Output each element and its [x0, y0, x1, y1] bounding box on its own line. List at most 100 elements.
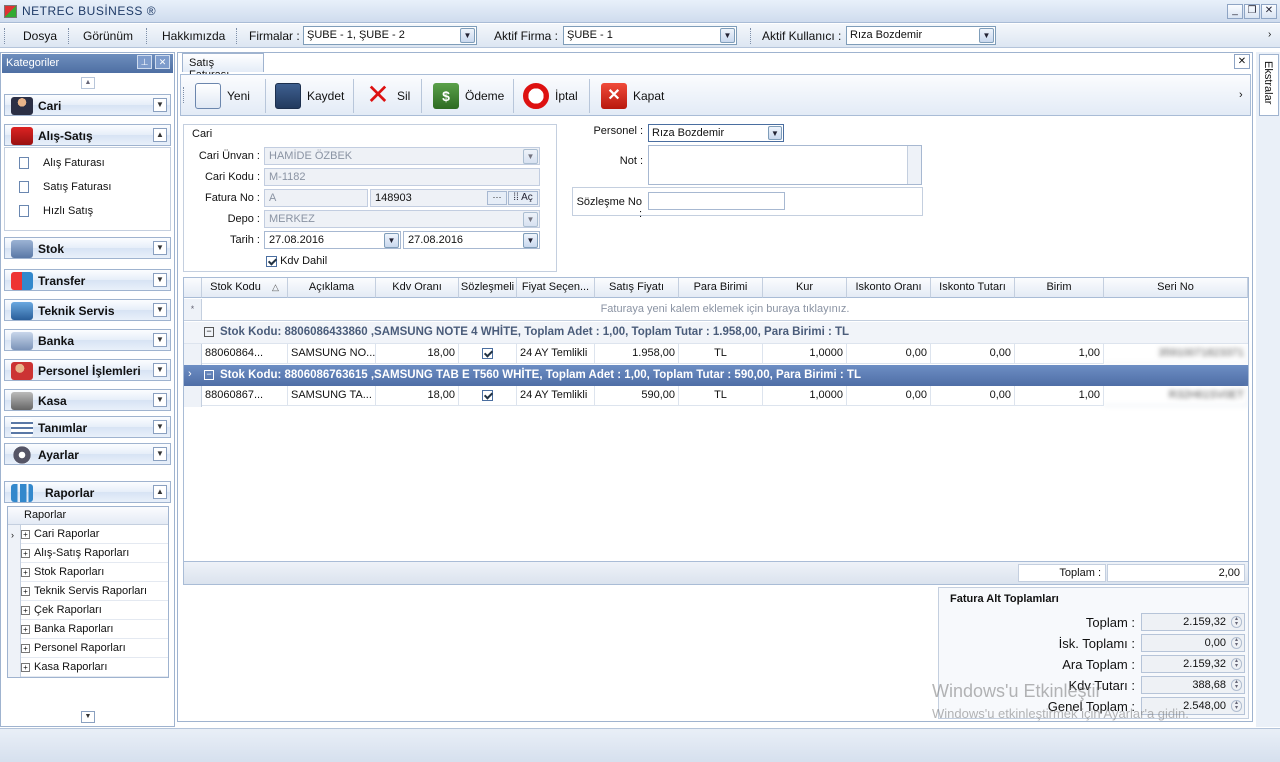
column-header[interactable]: Stok Kodu △ [202, 278, 288, 298]
sidebar-group-cari[interactable]: Cari ▼ [4, 94, 171, 116]
chevron-down-icon[interactable]: ▼ [384, 233, 399, 248]
chevron-down-icon[interactable]: ▼ [153, 333, 167, 347]
cell-seri-no[interactable]: 35910071823371 [1104, 344, 1248, 364]
sidebar-item-hizli-satis[interactable]: Hızlı Satış [19, 205, 93, 218]
sidebar-item-satis-faturasi[interactable]: Satış Faturası [19, 181, 111, 194]
raporlar-tree-item[interactable]: + Teknik Servis Raporları [21, 582, 168, 601]
cell-aciklama[interactable]: SAMSUNG TA... [288, 386, 376, 406]
textarea-scrollbar[interactable] [907, 146, 921, 184]
column-header[interactable]: Iskonto Tutarı [931, 278, 1015, 298]
chevron-down-icon[interactable]: ▼ [720, 28, 735, 43]
cell-birim[interactable]: 1,00 [1015, 344, 1104, 364]
chevron-down-icon[interactable]: ▼ [523, 233, 538, 248]
menu-gorunum[interactable]: Görünüm [83, 29, 133, 43]
close-icon[interactable]: ✕ [155, 55, 170, 69]
expand-icon[interactable]: + [21, 586, 30, 596]
tarih2-field[interactable]: 27.08.2016 ▼ [403, 231, 540, 249]
cell-satis-fiyati[interactable]: 590,00 [595, 386, 679, 406]
menu-dosya[interactable]: Dosya [23, 29, 57, 43]
chevron-down-icon[interactable]: ▼ [153, 363, 167, 377]
chevron-down-icon[interactable]: ▼ [153, 98, 167, 112]
sidebar-group-stok[interactable]: Stok ▼ [4, 237, 171, 259]
sidebar-group-alis-satis[interactable]: Alış-Satış ▲ [4, 124, 171, 146]
column-header[interactable]: Kdv Oranı [376, 278, 459, 298]
group-row-2[interactable]: › − Stok Kodu: 8806086763615 ,SAMSUNG TA… [184, 365, 1248, 386]
collapse-icon[interactable]: − [204, 327, 214, 337]
tarih1-field[interactable]: 27.08.2016 ▼ [264, 231, 401, 249]
maximize-button[interactable]: ❐ [1244, 4, 1260, 19]
menu-hakkimizda[interactable]: Hakkımızda [162, 29, 225, 43]
cell-stok-kodu[interactable]: 88060864... [202, 344, 288, 364]
ekstralar-tab[interactable]: Ekstralar [1259, 54, 1279, 116]
raporlar-tree-item[interactable]: + Alış-Satış Raporları [21, 544, 168, 563]
kapat-button[interactable]: ✕ Kapat [601, 81, 664, 111]
cell-kdv[interactable]: 18,00 [376, 386, 459, 406]
tab-satis-faturasi[interactable]: Satış Faturası [182, 53, 264, 81]
cell-satis-fiyati[interactable]: 1.958,00 [595, 344, 679, 364]
cell-seri-no[interactable]: R32H61SV0ET [1104, 386, 1248, 406]
sozlesme-input[interactable] [648, 192, 785, 210]
chevron-down-icon[interactable]: ▼ [768, 126, 782, 140]
cell-aciklama[interactable]: SAMSUNG NO... [288, 344, 376, 364]
chevron-down-icon[interactable]: ▼ [153, 303, 167, 317]
odeme-button[interactable]: $ Ödeme [433, 81, 504, 111]
personel-select[interactable]: Rıza Bozdemir ▼ [648, 124, 784, 142]
cell-kdv[interactable]: 18,00 [376, 344, 459, 364]
cell-para-birimi[interactable]: TL [679, 386, 763, 406]
chevron-down-icon[interactable]: ▼ [153, 241, 167, 255]
iptal-button[interactable]: İptal [523, 81, 578, 111]
column-header[interactable]: Birim [1015, 278, 1104, 298]
chevron-right-icon[interactable]: › [1239, 89, 1243, 101]
cell-fiyat-secenek[interactable]: 24 AY Temlikli [517, 344, 595, 364]
raporlar-tree-item[interactable]: + Banka Raporları [21, 620, 168, 639]
cell-iskonto-orani[interactable]: 0,00 [847, 386, 931, 406]
aktif-kullanici-select[interactable]: Rıza Bozdemir ▼ [846, 26, 996, 45]
raporlar-tree-item[interactable]: + Stok Raporları [21, 563, 168, 582]
not-textarea[interactable] [648, 145, 922, 185]
column-header[interactable]: Seri No [1104, 278, 1248, 298]
chevron-down-icon[interactable]: ▼ [460, 28, 475, 43]
cell-birim[interactable]: 1,00 [1015, 386, 1104, 406]
sidebar-group-transfer[interactable]: Transfer ▼ [4, 269, 171, 291]
depo-field[interactable]: MERKEZ ▼ [264, 210, 540, 228]
minimize-button[interactable]: _ [1227, 4, 1243, 19]
cell-fiyat-secenek[interactable]: 24 AY Temlikli [517, 386, 595, 406]
cell-stok-kodu[interactable]: 88060867... [202, 386, 288, 406]
pin-icon[interactable]: ⊥ [137, 55, 152, 69]
chevron-up-icon[interactable]: ▲ [153, 485, 167, 499]
cell-sozlesmeli[interactable] [459, 386, 517, 406]
raporlar-tree-item[interactable]: + Çek Raporları [21, 601, 168, 620]
chevron-down-icon[interactable]: ▼ [153, 273, 167, 287]
chevron-up-icon[interactable]: ▲ [153, 128, 167, 142]
collapse-icon[interactable]: − [204, 370, 214, 380]
sidebar-group-personel[interactable]: Personel İşlemleri ▼ [4, 359, 171, 381]
sidebar-group-raporlar[interactable]: Raporlar ▲ [4, 481, 171, 503]
cell-iskonto-orani[interactable]: 0,00 [847, 344, 931, 364]
sidebar-group-ayarlar[interactable]: Ayarlar ▼ [4, 443, 171, 465]
yeni-button[interactable]: Yeni [195, 81, 250, 111]
new-row-hint[interactable]: Faturaya yeni kalem eklemek için buraya … [202, 299, 1248, 321]
expand-icon[interactable]: + [21, 605, 30, 615]
cell-iskonto-tutari[interactable]: 0,00 [931, 386, 1015, 406]
column-header[interactable]: Kur [763, 278, 847, 298]
group-row-1[interactable]: − Stok Kodu: 8806086433860 ,SAMSUNG NOTE… [184, 322, 1248, 344]
raporlar-tree-item[interactable]: + Personel Raporları [21, 639, 168, 658]
column-header[interactable]: Satış Fiyatı [595, 278, 679, 298]
raporlar-tree-item[interactable]: + Kasa Raporları [21, 658, 168, 677]
sort-ascending-icon[interactable]: △ [272, 282, 279, 292]
sidebar-group-tanimlar[interactable]: Tanımlar ▼ [4, 416, 171, 438]
kdv-dahil-checkbox[interactable]: Kdv Dahil [266, 255, 327, 267]
sidebar-group-banka[interactable]: Banka ▼ [4, 329, 171, 351]
sidebar-group-kasa[interactable]: Kasa ▼ [4, 389, 171, 411]
cari-unvan-field[interactable]: HAMİDE ÖZBEK ▼ [264, 147, 540, 165]
column-header[interactable]: Fiyat Seçen... [517, 278, 595, 298]
chevron-down-icon[interactable]: ▼ [979, 28, 994, 43]
sidebar-group-teknik-servis[interactable]: Teknik Servis ▼ [4, 299, 171, 321]
expand-icon[interactable]: + [21, 529, 30, 539]
cell-para-birimi[interactable]: TL [679, 344, 763, 364]
ellipsis-button[interactable]: ··· [487, 191, 507, 205]
close-tab-button[interactable]: ✕ [1234, 54, 1250, 69]
chevron-right-icon[interactable]: › [1268, 29, 1271, 40]
cell-kur[interactable]: 1,0000 [763, 344, 847, 364]
expand-icon[interactable]: + [21, 643, 30, 653]
